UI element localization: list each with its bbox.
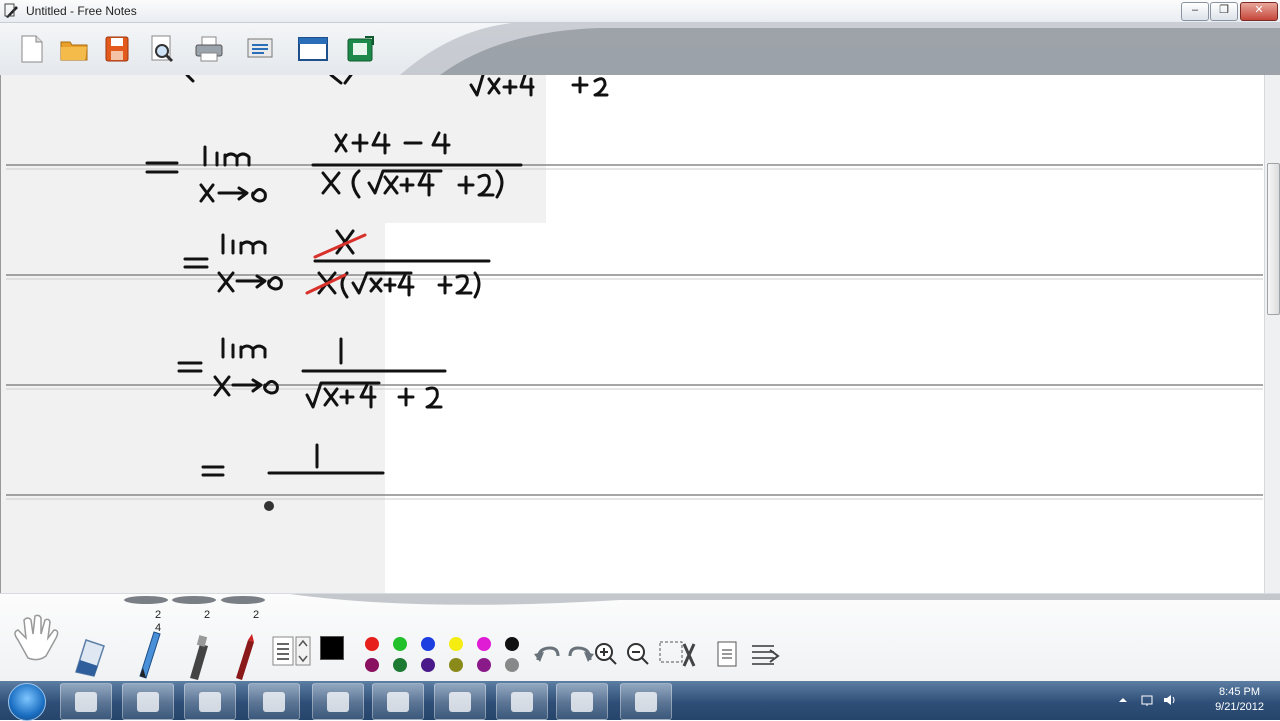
start-button[interactable] (8, 683, 46, 721)
panel-swoosh (124, 594, 1280, 605)
paste-icon[interactable] (717, 641, 737, 667)
free-notes-2-glyph (635, 692, 657, 712)
clock-date: 9/21/2012 (1215, 701, 1264, 713)
pen-size-3[interactable]: 2 (246, 609, 266, 621)
color-swatch[interactable] (393, 658, 407, 672)
select-icon[interactable] (659, 641, 696, 667)
free-notes-glyph (327, 692, 349, 712)
pen-size-2[interactable]: 2 (197, 609, 217, 621)
notes-app-glyph (571, 692, 593, 712)
color-swatch[interactable] (421, 658, 435, 672)
app-icon (4, 3, 18, 18)
open-folder-icon[interactable] (58, 33, 90, 65)
taskbar-file-explorer-icon[interactable] (122, 683, 174, 720)
taskbar-dice-app-icon[interactable] (372, 683, 424, 720)
close-button[interactable]: ✕ (1240, 2, 1278, 21)
system-clock[interactable]: 8:45 PM 9/21/2012 (1215, 685, 1264, 715)
title-bar: Untitled - Free Notes – ❐ ✕ (0, 0, 1280, 23)
save-icon[interactable] (101, 33, 133, 65)
zoom-in-icon[interactable] (595, 643, 617, 665)
new-file-icon[interactable] (16, 33, 48, 65)
red-pen-icon[interactable] (228, 632, 258, 680)
zoom-out-icon[interactable] (627, 643, 649, 665)
network-icon[interactable] (1140, 693, 1154, 707)
taskbar-free-notes-2-icon[interactable] (620, 683, 672, 720)
color-swatch[interactable] (505, 637, 519, 651)
maximize-button[interactable]: ❐ (1210, 2, 1238, 21)
taskbar-game-app-icon[interactable] (496, 683, 548, 720)
internet-explorer-glyph (75, 692, 97, 712)
window-title: Untitled - Free Notes (26, 4, 137, 18)
taskbar: 8:45 PM 9/21/2012 (0, 681, 1280, 721)
scroll-thumb[interactable] (1267, 163, 1280, 315)
color-swatch[interactable] (421, 637, 435, 651)
media-player-glyph (199, 692, 221, 712)
hand-tool-icon[interactable] (8, 612, 64, 664)
undo-icon[interactable] (534, 646, 560, 662)
network-tool-glyph (263, 692, 285, 712)
pen-cursor (264, 501, 274, 511)
selection-shade-top (1, 75, 546, 223)
scan-icon[interactable] (244, 33, 276, 65)
color-swatch[interactable] (449, 658, 463, 672)
taskbar-free-notes-icon[interactable] (312, 683, 364, 720)
vertical-scrollbar[interactable] (1264, 75, 1280, 593)
eraser-icon[interactable] (70, 632, 110, 678)
captivate-glyph (449, 692, 471, 712)
file-explorer-glyph (137, 692, 159, 712)
clock-time: 8:45 PM (1219, 686, 1261, 698)
taskbar-network-tool-icon[interactable] (248, 683, 300, 720)
minimize-button[interactable]: – (1181, 2, 1209, 21)
color-swatch[interactable] (393, 637, 407, 651)
taskbar-internet-explorer-icon[interactable] (60, 683, 112, 720)
marker-icon[interactable] (182, 634, 212, 680)
taskbar-media-player-icon[interactable] (184, 683, 236, 720)
volume-icon[interactable] (1162, 693, 1176, 707)
blue-pencil-icon[interactable] (134, 628, 164, 680)
menu-icon[interactable] (752, 645, 780, 665)
taskbar-captivate-icon[interactable] (434, 683, 486, 720)
color-swatch[interactable] (477, 658, 491, 672)
color-swatch[interactable] (505, 658, 519, 672)
handwriting-layer[interactable] (1, 75, 1265, 593)
toolbar-swoosh (400, 23, 1280, 75)
toolbar (0, 23, 1280, 75)
print-preview-icon[interactable] (146, 33, 178, 65)
dice-app-glyph (387, 692, 409, 712)
redo-icon[interactable] (568, 646, 594, 662)
color-swatch[interactable] (449, 637, 463, 651)
color-swatch[interactable] (365, 637, 379, 651)
print-icon[interactable] (193, 33, 225, 65)
edit-tools (534, 641, 780, 667)
game-app-glyph (511, 692, 533, 712)
export-icon[interactable] (345, 33, 377, 65)
window-icon[interactable] (297, 33, 329, 65)
tool-panel: 2 2 2 4 (0, 593, 1280, 682)
color-swatch[interactable] (477, 637, 491, 651)
current-color-swatch[interactable] (320, 636, 344, 660)
color-swatch[interactable] (365, 658, 379, 672)
note-canvas[interactable] (0, 75, 1265, 593)
pen-size-1[interactable]: 2 (148, 609, 168, 621)
tray-expand-icon[interactable] (1116, 693, 1130, 707)
taskbar-notes-app-icon[interactable] (556, 683, 608, 720)
line-style-icon[interactable] (272, 636, 316, 668)
